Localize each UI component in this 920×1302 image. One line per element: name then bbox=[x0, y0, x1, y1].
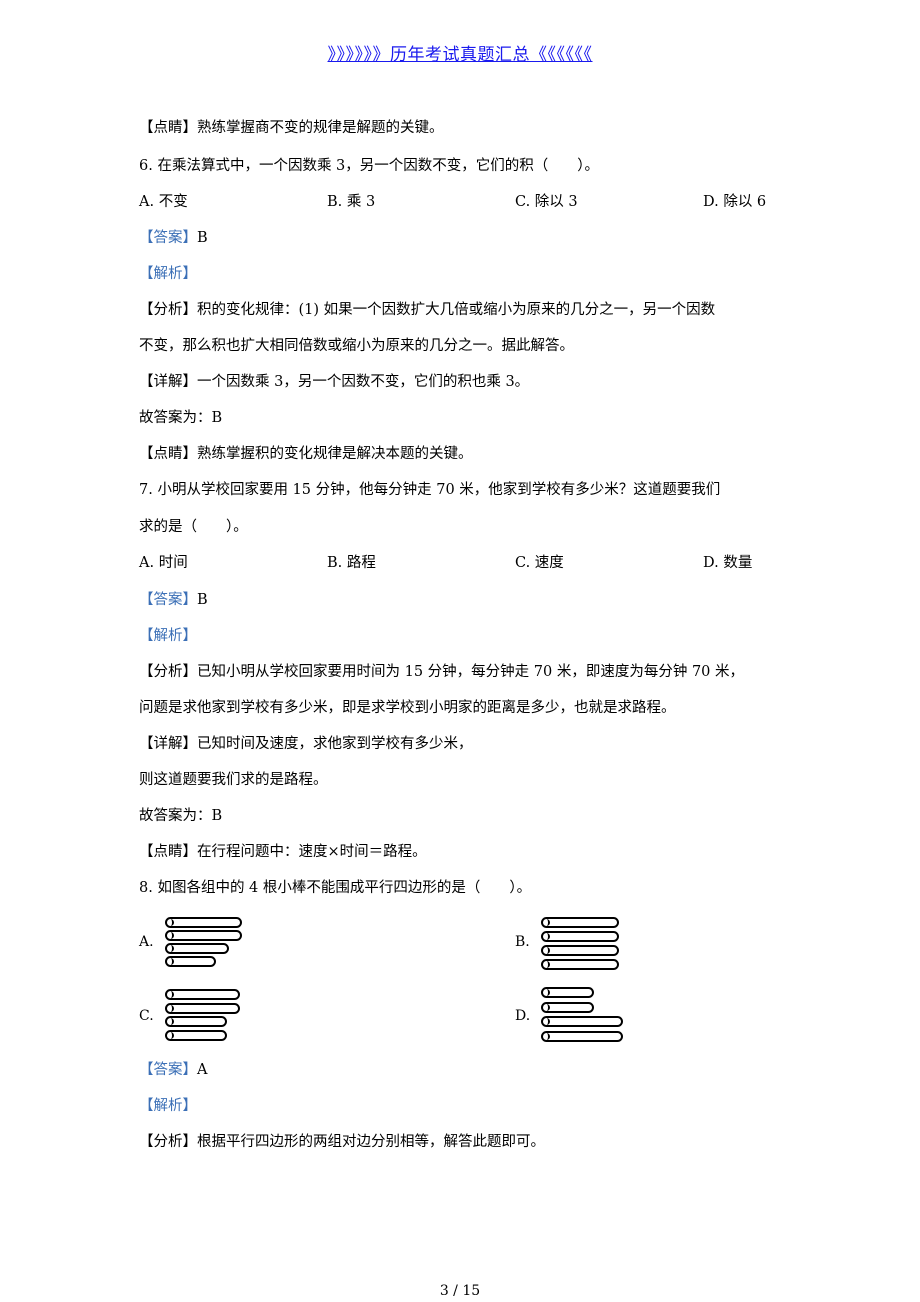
q7-stem-2: 求的是（ ）。 bbox=[139, 519, 248, 535]
stick bbox=[165, 1029, 227, 1041]
figure-a-label: A. bbox=[139, 934, 154, 950]
q6-analysis-tag: 【解析】 bbox=[139, 266, 197, 282]
q6-point: 【点睛】熟练掌握积的变化规律是解决本题的关键。 bbox=[139, 444, 473, 464]
q6-option-b: B. 乘 3 bbox=[327, 194, 376, 210]
q7-fenxi-2: 问题是求他家到学校有多少米，即是求学校到小明家的距离是多少，也就是求路程。 bbox=[139, 700, 676, 716]
detail-tag: 【详解】 bbox=[139, 736, 197, 752]
q7-point: 【点睛】在行程问题中：速度×时间＝路程。 bbox=[139, 842, 427, 862]
stick bbox=[541, 1030, 623, 1042]
stick bbox=[541, 987, 594, 998]
stick bbox=[165, 1002, 240, 1014]
point-text: 熟练掌握积的变化规律是解决本题的关键。 bbox=[197, 446, 473, 462]
fenxi-tag: 【分析】 bbox=[139, 302, 197, 318]
point-tag: 【点睛】 bbox=[139, 844, 197, 860]
stick bbox=[165, 930, 242, 941]
q6-option-d: D. 除以 6 bbox=[703, 194, 767, 210]
stick bbox=[541, 1016, 623, 1027]
figure-d-label: D. bbox=[515, 1008, 531, 1024]
q7-option-b: B. 路程 bbox=[327, 555, 376, 571]
q6-stem: 6. 在乘法算式中，一个因数乘 3，另一个因数不变，它们的积（ ）。 bbox=[139, 158, 600, 174]
answer-tag: 【答案】 bbox=[139, 1062, 197, 1078]
point-tag: 【点睛】 bbox=[139, 120, 197, 136]
q6-answer: 【答案】B bbox=[139, 228, 208, 248]
point-tag: 【点睛】 bbox=[139, 446, 197, 462]
stick bbox=[165, 956, 216, 967]
stick bbox=[541, 917, 619, 928]
q7-option-d: D. 数量 bbox=[703, 555, 753, 571]
q7-final: 故答案为：B bbox=[139, 808, 223, 824]
q7-detail-2: 则这道题要我们求的是路程。 bbox=[139, 772, 328, 788]
stick bbox=[541, 931, 619, 942]
fenxi-text: 已知小明从学校回家要用时间为 15 分钟，每分钟走 70 米，即速度为每分钟 7… bbox=[197, 664, 745, 680]
point-text: 熟练掌握商不变的规律是解题的关键。 bbox=[197, 120, 444, 136]
point-text: 在行程问题中：速度×时间＝路程。 bbox=[197, 844, 427, 860]
stick bbox=[541, 1001, 594, 1013]
stick bbox=[541, 945, 619, 956]
answer-value: B bbox=[197, 592, 208, 608]
q5-point: 【点睛】熟练掌握商不变的规律是解题的关键。 bbox=[139, 118, 444, 138]
stick bbox=[165, 989, 240, 1000]
answer-tag: 【答案】 bbox=[139, 230, 197, 246]
fenxi-tag: 【分析】 bbox=[139, 1134, 197, 1150]
q6-option-c: C. 除以 3 bbox=[515, 194, 578, 210]
stick bbox=[165, 917, 242, 928]
detail-text: 已知时间及速度，求他家到学校有多少米， bbox=[197, 736, 473, 752]
q6-final: 故答案为：B bbox=[139, 410, 223, 426]
stick bbox=[165, 943, 229, 954]
q8-stem: 8. 如图各组中的 4 根小棒不能围成平行四边形的是（ ）。 bbox=[139, 880, 532, 896]
q7-stem-1: 7. 小明从学校回家要用 15 分钟，他每分钟走 70 米，他家到学校有多少米？… bbox=[139, 482, 721, 498]
q6-fenxi-1: 【分析】积的变化规律：(1) 如果一个因数扩大几倍或缩小为原来的几分之一，另一个… bbox=[139, 300, 715, 320]
q7-detail-1: 【详解】已知时间及速度，求他家到学校有多少米， bbox=[139, 734, 473, 754]
fenxi-tag: 【分析】 bbox=[139, 664, 197, 680]
answer-value: B bbox=[197, 230, 208, 246]
q7-answer: 【答案】B bbox=[139, 590, 208, 610]
detail-text: 一个因数乘 3，另一个因数不变，它们的积也乘 3。 bbox=[197, 374, 530, 390]
fenxi-text: 根据平行四边形的两组对边分别相等，解答此题即可。 bbox=[197, 1134, 545, 1150]
q6-fenxi-2: 不变，那么积也扩大相同倍数或缩小为原来的几分之一。据此解答。 bbox=[139, 338, 574, 354]
figure-b-label: B. bbox=[515, 934, 530, 950]
detail-tag: 【详解】 bbox=[139, 374, 197, 390]
answer-tag: 【答案】 bbox=[139, 592, 197, 608]
stick bbox=[541, 959, 619, 970]
q8-answer: 【答案】A bbox=[139, 1060, 207, 1080]
fenxi-text: 积的变化规律：(1) 如果一个因数扩大几倍或缩小为原来的几分之一，另一个因数 bbox=[197, 302, 716, 318]
answer-value: A bbox=[197, 1062, 208, 1078]
q7-option-c: C. 速度 bbox=[515, 555, 564, 571]
figure-c-label: C. bbox=[139, 1008, 154, 1024]
q7-analysis-tag: 【解析】 bbox=[139, 628, 197, 644]
q8-fenxi: 【分析】根据平行四边形的两组对边分别相等，解答此题即可。 bbox=[139, 1132, 545, 1152]
q6-detail: 【详解】一个因数乘 3，另一个因数不变，它们的积也乘 3。 bbox=[139, 372, 529, 392]
q7-fenxi-1: 【分析】已知小明从学校回家要用时间为 15 分钟，每分钟走 70 米，即速度为每… bbox=[139, 662, 744, 682]
stick bbox=[165, 1016, 227, 1027]
page-number: 3 / 15 bbox=[439, 1283, 481, 1299]
q8-analysis-tag: 【解析】 bbox=[139, 1098, 197, 1114]
q7-option-a: A. 时间 bbox=[139, 555, 188, 571]
q6-option-a: A. 不变 bbox=[139, 194, 188, 210]
header-link[interactable]: 》》》》》》历年考试真题汇总《《《《《《 bbox=[0, 40, 920, 65]
